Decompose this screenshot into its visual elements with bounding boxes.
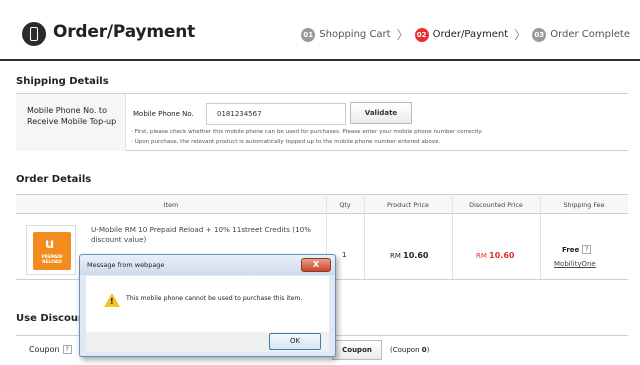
order-section-title: Order Details xyxy=(16,174,92,185)
shipper-link[interactable]: MobilityOne xyxy=(554,260,596,268)
shipping-row-header: Mobile Phone No. to Receive Mobile Top-u… xyxy=(16,94,126,151)
close-icon[interactable]: X xyxy=(301,258,331,272)
product-price: RM 10.60 xyxy=(390,251,428,260)
shipping-note: · First, please check whether this mobil… xyxy=(131,129,483,135)
header-divider xyxy=(0,59,640,61)
step-label: Order Complete xyxy=(550,29,630,40)
product-image[interactable]: u PREPAID RELOAD xyxy=(26,225,76,275)
phone-field-label: Mobile Phone No. xyxy=(133,110,194,118)
currency: RM xyxy=(390,252,401,260)
item-quantity: 1 xyxy=(342,251,347,259)
shipping-note: · Upon purchase, the relevant product is… xyxy=(131,139,441,145)
coupon-count: (Coupon 0) xyxy=(390,346,429,354)
step-label: Shopping Cart xyxy=(319,29,391,40)
step-order-complete: 03 Order Complete xyxy=(532,27,630,42)
shipping-note-text: Upon purchase, the relevant product is a… xyxy=(134,139,441,145)
column-header-discounted-price: Discounted Price xyxy=(469,201,523,209)
checkout-steps: 01 Shopping Cart 〉 02 Order/Payment 〉 03… xyxy=(301,26,630,43)
shipping-fee-value: Free xyxy=(562,245,580,254)
discounted-price: RM 10.60 xyxy=(476,251,514,260)
dialog-body: ! This mobile phone cannot be used to pu… xyxy=(86,276,329,332)
step-number: 03 xyxy=(532,27,547,42)
coupon-count-prefix: (Coupon xyxy=(390,346,422,354)
step-shopping-cart: 01 Shopping Cart xyxy=(301,27,391,42)
table-header: Item Qty Product Price Discounted Price … xyxy=(16,194,628,214)
umobile-logo: u PREPAID RELOAD xyxy=(33,232,71,270)
coupon-label: Coupon? xyxy=(29,345,72,354)
price-value: 10.60 xyxy=(489,251,515,260)
umobile-logo-text: PREPAID RELOAD xyxy=(41,255,63,265)
currency: RM xyxy=(476,252,487,260)
product-name[interactable]: U-Mobile RM 10 Prepaid Reload + 10% 11st… xyxy=(91,225,326,245)
shipping-row-label: Mobile Phone No. to Receive Mobile Top-u… xyxy=(27,106,117,126)
dialog-title: Message from webpage xyxy=(87,261,165,269)
price-value: 10.60 xyxy=(403,251,429,260)
page-header: Order/Payment 01 Shopping Cart 〉 02 Orde… xyxy=(0,0,640,60)
column-header-item: Item xyxy=(163,201,179,209)
chevron-right-icon: 〉 xyxy=(396,28,409,42)
step-number: 02 xyxy=(414,27,429,42)
shipping-section-title: Shipping Details xyxy=(16,76,109,87)
column-header-qty: Qty xyxy=(339,201,351,209)
phone-number-input[interactable] xyxy=(206,103,346,125)
phone-receipt-icon xyxy=(22,22,46,46)
column-header-shipping-fee: Shipping Fee xyxy=(563,201,605,209)
column-header-product-price: Product Price xyxy=(387,201,429,209)
message-dialog: Message from webpage X ! This mobile pho… xyxy=(79,254,336,357)
coupon-button[interactable]: Coupon xyxy=(332,340,382,360)
dialog-titlebar[interactable]: Message from webpage X xyxy=(80,255,335,275)
coupon-count-suffix: ) xyxy=(426,346,430,354)
shipping-details-box: Mobile Phone No. to Receive Mobile Top-u… xyxy=(16,93,628,151)
question-mark-icon[interactable]: ? xyxy=(582,245,592,254)
step-label: Order/Payment xyxy=(432,29,509,40)
question-mark-icon[interactable]: ? xyxy=(62,345,72,354)
validate-button[interactable]: Validate xyxy=(350,102,412,124)
dialog-message: This mobile phone cannot be used to purc… xyxy=(126,295,303,302)
page-title: Order/Payment xyxy=(53,22,196,42)
umobile-logo-letter: u xyxy=(45,237,55,252)
warning-icon-mark: ! xyxy=(110,297,114,306)
chevron-right-icon: 〉 xyxy=(514,28,527,42)
coupon-label-text: Coupon xyxy=(29,345,60,354)
shipping-fee: Free? xyxy=(562,245,592,254)
ok-button[interactable]: OK xyxy=(269,333,321,350)
step-order-payment: 02 Order/Payment xyxy=(414,27,509,42)
shipping-note-text: First, please check whether this mobile … xyxy=(134,129,483,135)
step-number: 01 xyxy=(301,27,316,42)
